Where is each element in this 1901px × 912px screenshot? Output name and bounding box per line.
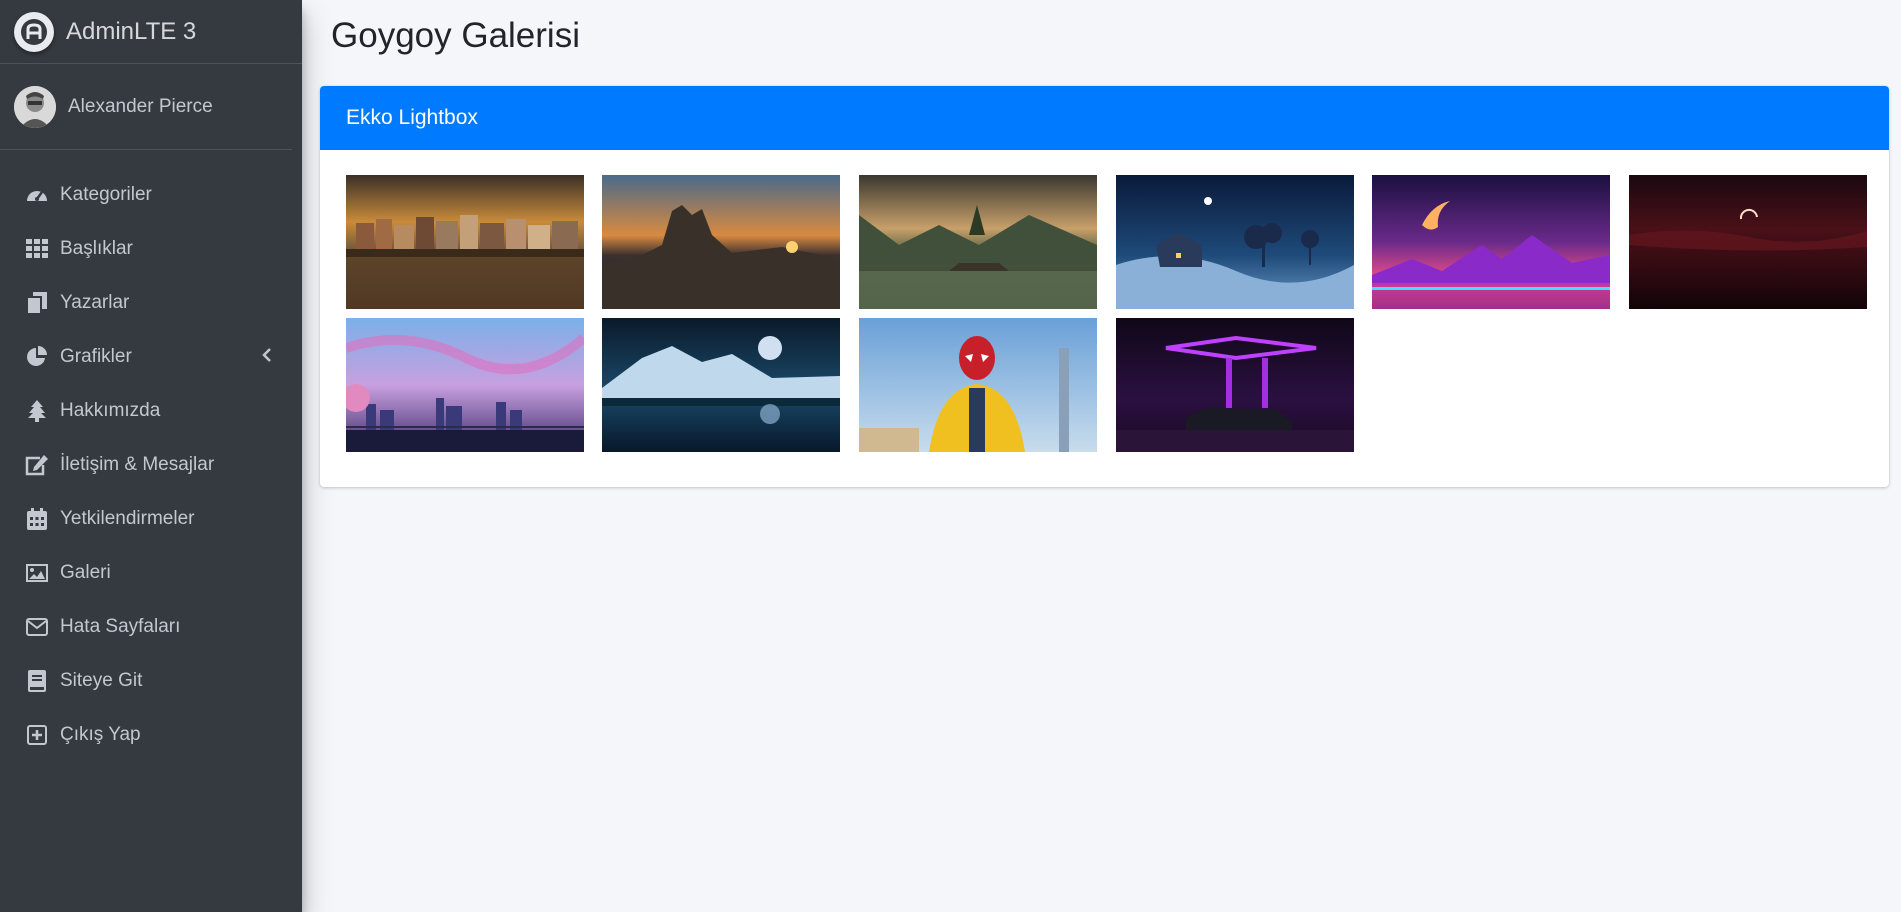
plus-square-icon (24, 722, 50, 748)
sidebar-item-kategoriler[interactable]: Kategoriler (0, 168, 302, 222)
image-icon (24, 560, 50, 586)
envelope-icon (24, 614, 50, 640)
sidebar-item-label: Başlıklar (60, 238, 133, 259)
sidebar-item-label: Çıkış Yap (60, 724, 141, 745)
gallery-thumb-spiderman-yellow-jacket[interactable] (859, 318, 1097, 452)
brand-link[interactable]: AdminLTE 3 (0, 0, 302, 64)
sidebar-item-galeri[interactable]: Galeri (0, 546, 302, 600)
sidebar-item-label: Yazarlar (60, 292, 130, 313)
sidebar-item-label: Kategoriler (60, 184, 152, 205)
sidebar-item-label: Yetkilendirmeler (60, 508, 195, 529)
user-avatar (14, 85, 56, 128)
book-icon (24, 668, 50, 694)
gallery-thumb-dark-red-eclipse[interactable] (1629, 175, 1867, 309)
chevron-left-icon[interactable] (262, 347, 272, 369)
sidebar-item-yazarlar[interactable]: Yazarlar (0, 276, 302, 330)
sidebar-item-label: Siteye Git (60, 670, 143, 691)
page-title: Goygoy Galerisi (331, 16, 580, 55)
card-title: Ekko Lightbox (346, 106, 478, 129)
calendar-icon (24, 506, 50, 532)
gallery-thumb-synthwave-mountains[interactable] (1372, 175, 1610, 309)
sidebar-item-cikis-yap[interactable]: Çıkış Yap (0, 708, 302, 762)
sidebar-item-basliklar[interactable]: Başlıklar (0, 222, 302, 276)
gallery-thumb-harbor-town-sunset[interactable] (346, 175, 584, 309)
gallery-thumb-lake-island-tree[interactable] (859, 175, 1097, 309)
sidebar: AdminLTE 3 Alexander Pierce Kategoriler (0, 0, 302, 912)
gallery-thumb-mountain-peak-sunrise[interactable] (602, 175, 840, 309)
pie-chart-icon (24, 344, 50, 370)
brand-logo-icon (14, 11, 54, 52)
user-panel[interactable]: Alexander Pierce (0, 64, 292, 150)
tachometer-icon (24, 182, 50, 208)
brand-text: AdminLTE 3 (66, 17, 197, 45)
sidebar-item-hata-sayfalari[interactable]: Hata Sayfaları (0, 600, 302, 654)
gallery-card: Ekko Lightbox (320, 86, 1889, 487)
gallery-thumb-moon-lake-mountains[interactable] (602, 318, 840, 452)
content-wrapper: Goygoy Galerisi Ekko Lightbox (302, 0, 1901, 487)
gallery-thumb-neon-gas-station[interactable] (1116, 318, 1354, 452)
sidebar-item-label: İletişim & Mesajlar (60, 454, 215, 475)
grid-icon (24, 236, 50, 262)
gallery-thumb-anime-city-sky[interactable] (346, 318, 584, 452)
copy-icon (24, 290, 50, 316)
card-header: Ekko Lightbox (320, 86, 1889, 150)
sidebar-item-iletisim[interactable]: İletişim & Mesajlar (0, 438, 302, 492)
sidebar-item-label: Galeri (60, 562, 111, 583)
sidebar-item-label: Hata Sayfaları (60, 616, 181, 637)
sidebar-item-label: Hakkımızda (60, 400, 161, 421)
user-name[interactable]: Alexander Pierce (68, 96, 213, 118)
sidebar-item-yetkilendirmeler[interactable]: Yetkilendirmeler (0, 492, 302, 546)
sidebar-item-grafikler[interactable]: Grafikler (0, 330, 302, 384)
sidebar-item-hakkimizda[interactable]: Hakkımızda (0, 384, 302, 438)
sidebar-item-label: Grafikler (60, 346, 132, 367)
sidebar-item-siteye-git[interactable]: Siteye Git (0, 654, 302, 708)
tree-icon (24, 398, 50, 424)
sidebar-nav: Kategoriler Başlıklar Yazarlar Grafikler (0, 150, 302, 762)
edit-icon (24, 452, 50, 478)
gallery-thumb-snowy-cabin-night[interactable] (1116, 175, 1354, 309)
